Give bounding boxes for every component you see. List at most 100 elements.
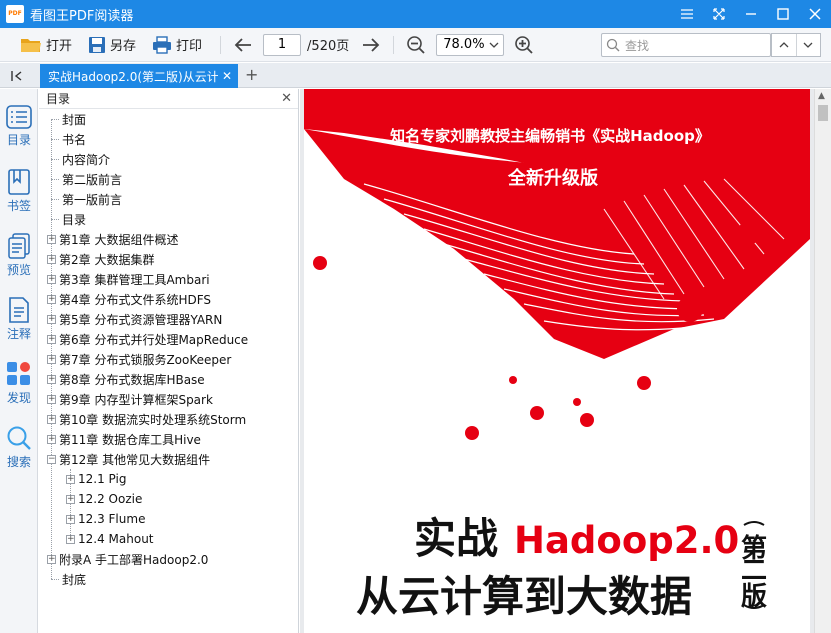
toc-item-label: 第12章 其他常见大数据组件 — [59, 452, 211, 467]
expand-node-icon[interactable]: + — [47, 434, 56, 444]
minimize-icon[interactable] — [735, 0, 767, 28]
search-placeholder: 查找 — [625, 38, 650, 53]
expand-node-icon[interactable]: + — [47, 374, 56, 384]
rail-discover[interactable]: 发现 — [0, 361, 38, 421]
expand-node-icon[interactable]: + — [47, 314, 56, 324]
scroll-up-icon[interactable]: ▲ — [818, 91, 825, 101]
toc-item-label: 内容简介 — [62, 152, 111, 167]
note-icon — [9, 297, 29, 323]
next-page-button[interactable] — [357, 32, 385, 58]
toc-item[interactable]: +12.1 Pig — [66, 469, 126, 489]
zoom-in-button[interactable] — [510, 32, 538, 58]
toc-item[interactable]: + 第9章 内存型计算框架Spark — [47, 389, 213, 409]
toc-item[interactable]: +12.2 Oozie — [66, 489, 142, 509]
collapse-icon — [11, 71, 22, 81]
tree-branch — [51, 578, 59, 580]
toc-item-label: 第3章 集群管理工具Ambari — [59, 272, 210, 287]
new-tab-button[interactable]: + — [245, 65, 258, 84]
collapse-sidebar-button[interactable] — [8, 67, 28, 85]
toc-item[interactable]: + 第6章 分布式并行处理MapReduce — [47, 329, 248, 349]
zoom-value: 78.0% — [443, 37, 485, 52]
collapse-node-icon[interactable]: − — [47, 454, 56, 464]
menu-icon[interactable] — [671, 0, 703, 28]
toc-item-label: 12.1 Pig — [78, 472, 127, 486]
expand-node-icon[interactable]: + — [47, 234, 56, 244]
toc-item-label: 第4章 分布式文件系统HDFS — [59, 292, 212, 307]
rail-search[interactable]: 搜索 — [0, 425, 38, 485]
toc-item[interactable]: 内容简介 — [47, 149, 110, 169]
toc-item[interactable]: +12.3 Flume — [66, 509, 145, 529]
maximize-icon[interactable] — [767, 0, 799, 28]
page-number-input[interactable]: 1 — [263, 33, 302, 56]
toc-item[interactable]: + 第5章 分布式资源管理器YARN — [47, 309, 222, 329]
expand-node-icon[interactable]: + — [47, 414, 56, 424]
fullscreen-icon[interactable] — [703, 0, 735, 28]
arrow-left-icon — [234, 37, 252, 52]
cover-title-prefix: 实战 — [414, 514, 498, 563]
expand-node-icon[interactable]: + — [47, 354, 56, 364]
search-prev-button[interactable] — [771, 34, 796, 56]
toc-item-label: 第1章 大数据组件概述 — [59, 232, 179, 247]
toc-item[interactable]: + 附录A 手工部署Hadoop2.0 — [47, 549, 208, 569]
toc-item[interactable]: + 第4章 分布式文件系统HDFS — [47, 289, 211, 309]
expand-node-icon[interactable]: + — [47, 394, 56, 404]
tree-branch — [51, 198, 59, 200]
close-icon[interactable] — [799, 0, 831, 28]
vertical-scrollbar[interactable]: ▲ — [814, 89, 831, 633]
expand-node-icon[interactable]: + — [66, 534, 75, 544]
toc-item[interactable]: + 第1章 大数据组件概述 — [47, 229, 178, 249]
search-input[interactable]: 查找 — [601, 33, 771, 57]
zoom-select[interactable]: 78.0% — [436, 33, 505, 56]
zoom-in-icon — [515, 35, 533, 54]
expand-node-icon[interactable]: + — [66, 494, 75, 504]
toc-item[interactable]: + 第11章 数据仓库工具Hive — [47, 429, 201, 449]
expand-node-icon[interactable]: + — [47, 554, 56, 564]
toc-item[interactable]: 书名 — [47, 129, 86, 149]
toc-item[interactable]: +12.4 Mahout — [66, 529, 154, 549]
expand-node-icon[interactable]: + — [66, 474, 75, 484]
tab-close-icon[interactable]: ✕ — [222, 69, 232, 83]
expand-node-icon[interactable]: + — [47, 334, 56, 344]
pdf-page: 知名专家刘鹏教授主编畅销书《实战Hadoop》 全新升级版 实战 Hadoop2… — [304, 89, 810, 633]
save-as-button[interactable]: 另存 — [84, 32, 140, 58]
toc-item[interactable]: 封面 — [47, 109, 86, 129]
toc-item[interactable]: + 第8章 分布式数据库HBase — [47, 369, 205, 389]
toc-item[interactable]: 目录 — [47, 209, 86, 229]
toc-item[interactable]: 封底 — [47, 569, 86, 589]
toc-item-label: 第7章 分布式锁服务ZooKeeper — [59, 352, 232, 367]
rail-notes[interactable]: 注释 — [0, 297, 38, 357]
scroll-thumb[interactable] — [818, 105, 828, 121]
expand-node-icon[interactable]: + — [47, 294, 56, 304]
apps-icon — [7, 362, 30, 385]
chevron-down-icon — [803, 42, 813, 48]
toc-item-label: 附录A 手工部署Hadoop2.0 — [59, 552, 209, 567]
toc-title: 目录 — [46, 92, 71, 106]
title-bar: PDF 看图王PDF阅读器 — [0, 0, 831, 28]
toc-close-icon[interactable]: ✕ — [281, 91, 292, 106]
prev-page-button[interactable] — [229, 32, 257, 58]
toc-item[interactable]: 第二版前言 — [47, 169, 122, 189]
expand-node-icon[interactable]: + — [47, 274, 56, 284]
expand-node-icon[interactable]: + — [66, 514, 75, 524]
search-nav — [771, 33, 821, 57]
zoom-out-button[interactable] — [402, 32, 430, 58]
toc-panel: 目录 ✕ 封面 书名 内容简介 第二版前言 第一版前言 目录 + 第1章 大数据组件概述 + 第2… — [39, 89, 299, 633]
rail-preview[interactable]: 预览 — [0, 233, 38, 293]
toc-item-label: 目录 — [62, 212, 87, 227]
search-next-button[interactable] — [795, 34, 821, 56]
open-button[interactable]: 打开 — [16, 32, 76, 58]
document-view: 知名专家刘鹏教授主编畅销书《实战Hadoop》 全新升级版 实战 Hadoop2… — [300, 89, 831, 633]
rail-toc[interactable]: 目录 — [0, 105, 38, 165]
toc-item[interactable]: + 第10章 数据流实时处理系统Storm — [47, 409, 246, 429]
toc-item[interactable]: 第一版前言 — [47, 189, 122, 209]
rail-bookmark[interactable]: 书签 — [0, 169, 38, 229]
toc-item[interactable]: + 第3章 集群管理工具Ambari — [47, 269, 210, 289]
search-icon — [7, 426, 31, 450]
print-button[interactable]: 打印 — [148, 32, 206, 58]
toolbar-divider — [220, 35, 222, 54]
document-tab[interactable]: 实战Hadoop2.0(第二版)从云计算到大数据 ✕ — [40, 64, 238, 88]
toc-item[interactable]: + 第7章 分布式锁服务ZooKeeper — [47, 349, 231, 369]
toc-item[interactable]: − 第12章 其他常见大数据组件 — [47, 449, 210, 469]
toc-item[interactable]: + 第2章 大数据集群 — [47, 249, 154, 269]
expand-node-icon[interactable]: + — [47, 254, 56, 264]
